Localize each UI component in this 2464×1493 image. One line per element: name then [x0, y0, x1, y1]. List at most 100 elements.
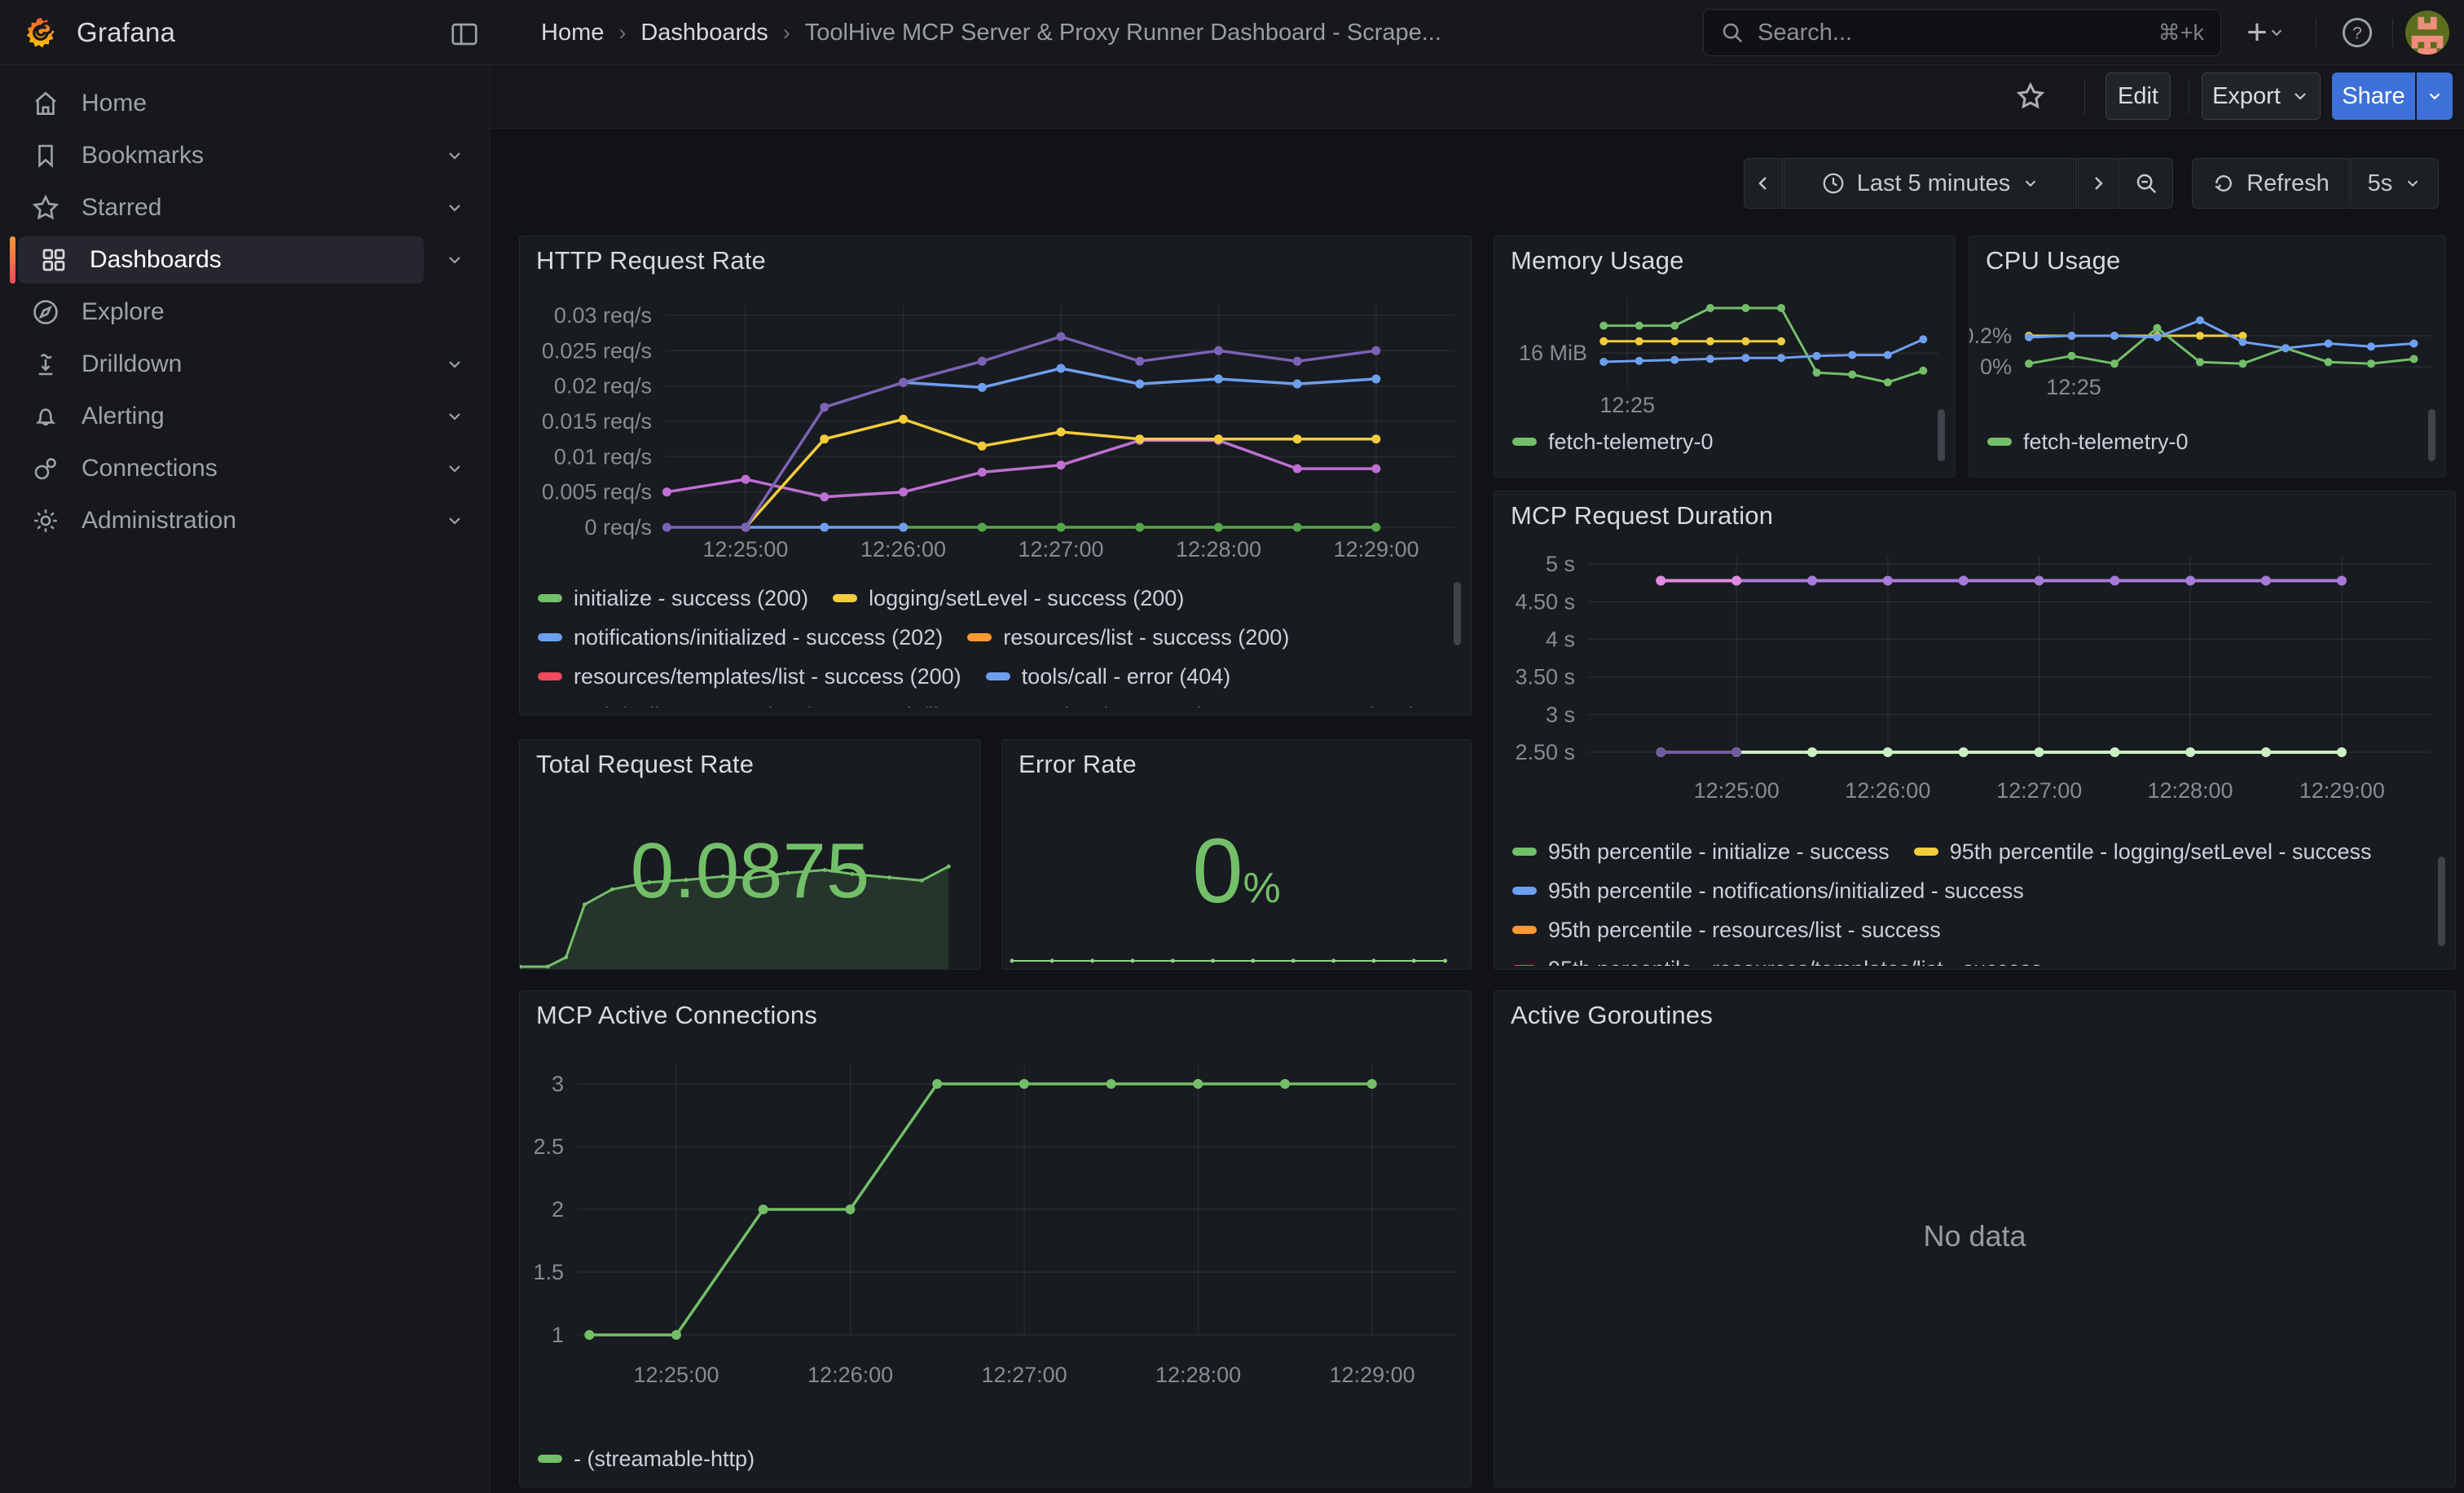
- brand-header: Grafana: [0, 0, 491, 65]
- panel-title[interactable]: CPU Usage: [1986, 246, 2120, 275]
- share-button[interactable]: Share: [2332, 73, 2415, 120]
- mcp-request-duration-chart[interactable]: 5 s4.50 s4 s3.50 s3 s2.50 s12:25:0012:26…: [1494, 540, 2457, 817]
- svg-text:3: 3: [552, 1072, 564, 1096]
- sidebar-toggle-icon[interactable]: [447, 16, 482, 52]
- svg-text:12:28:00: 12:28:00: [1155, 1363, 1241, 1387]
- panel-title[interactable]: Total Request Rate: [536, 750, 754, 779]
- chart-legend: - (streamable-http): [538, 1441, 1434, 1482]
- sidebar-item-dashboards[interactable]: Dashboards: [18, 236, 424, 284]
- panel-title[interactable]: Error Rate: [1019, 750, 1137, 779]
- time-shift-forward-button[interactable]: [2078, 158, 2119, 209]
- sidebar-item-home[interactable]: Home: [10, 80, 424, 127]
- legend-label: initialize - success (200): [574, 586, 808, 611]
- legend-scrollbar[interactable]: [2428, 409, 2435, 461]
- chevron-down-icon[interactable]: [438, 393, 471, 440]
- svg-text:12:25:00: 12:25:00: [702, 537, 788, 562]
- legend-item[interactable]: tools/list - success (200): [840, 703, 1112, 708]
- time-range-picker[interactable]: Last 5 minutes: [1784, 158, 2077, 209]
- legend-item[interactable]: 95th percentile - resources/list - succe…: [1512, 918, 1941, 943]
- legend-item[interactable]: unknown - success (200): [1137, 703, 1417, 708]
- legend-item[interactable]: resources/templates/list - success (200): [538, 664, 961, 689]
- breadcrumb-home[interactable]: Home: [541, 20, 604, 46]
- legend-label: 95th percentile - resources/templates/li…: [1548, 957, 2042, 967]
- chart-legend: fetch-telemetry-0: [1512, 425, 1920, 466]
- zoom-out-button[interactable]: [2119, 158, 2173, 209]
- compass-icon: [29, 296, 62, 328]
- legend-item[interactable]: tools/call - error (404): [986, 664, 1231, 689]
- legend-item[interactable]: 95th percentile - notifications/initiali…: [1512, 879, 2024, 904]
- user-avatar[interactable]: [2405, 11, 2449, 55]
- sidebar-item-starred[interactable]: Starred: [10, 184, 424, 231]
- legend-item[interactable]: initialize - success (200): [538, 586, 808, 611]
- edit-button[interactable]: Edit: [2105, 73, 2171, 120]
- search-input[interactable]: Search... ⌘+k: [1703, 9, 2221, 56]
- panel-title[interactable]: MCP Request Duration: [1511, 501, 1773, 531]
- error-rate-sparkline[interactable]: [1002, 948, 1472, 967]
- active-item-indicator: [10, 236, 15, 284]
- share-menu-button[interactable]: [2417, 73, 2453, 120]
- sidebar-item-label: Dashboards: [90, 246, 222, 274]
- legend-item[interactable]: fetch-telemetry-0: [1987, 429, 2189, 455]
- sidebar-item-label: Connections: [81, 455, 218, 482]
- breadcrumb-dashboards[interactable]: Dashboards: [640, 20, 768, 46]
- refresh-interval-picker[interactable]: 5s: [2351, 158, 2439, 209]
- breadcrumb-current[interactable]: ToolHive MCP Server & Proxy Runner Dashb…: [805, 20, 1441, 46]
- mcp-active-connections-chart[interactable]: 32.521.5112:25:0012:26:0012:27:0012:28:0…: [520, 1040, 1472, 1447]
- legend-item[interactable]: 95th percentile - initialize - success: [1512, 839, 1890, 865]
- svg-text:0.005 req/s: 0.005 req/s: [542, 480, 652, 504]
- chevron-down-icon[interactable]: [438, 341, 471, 388]
- sidebar-item-explore[interactable]: Explore: [10, 288, 424, 336]
- legend-item[interactable]: - (streamable-http): [538, 1447, 755, 1472]
- breadcrumb-separator: ›: [618, 20, 626, 46]
- panel-title[interactable]: MCP Active Connections: [536, 1001, 817, 1030]
- legend-item[interactable]: 95th percentile - logging/setLevel - suc…: [1914, 839, 2372, 865]
- cpu-usage-chart[interactable]: 0.2%0%12:25: [1969, 282, 2447, 445]
- grafana-logo-icon[interactable]: [23, 15, 59, 50]
- sidebar-item-alerting[interactable]: Alerting: [10, 393, 424, 440]
- sidebar-item-bookmarks[interactable]: Bookmarks: [10, 132, 424, 179]
- panel-total-request-rate: Total Request Rate 0.0875: [519, 739, 981, 970]
- time-shift-back-button[interactable]: [1744, 158, 1783, 209]
- plus-icon: +: [2246, 12, 2268, 53]
- toolbar-divider: [2084, 78, 2085, 114]
- legend-scrollbar[interactable]: [1938, 409, 1945, 461]
- panel-title[interactable]: Active Goroutines: [1511, 1001, 1713, 1030]
- chevron-down-icon[interactable]: [438, 445, 471, 492]
- legend-label: tools/call - error (404): [1022, 664, 1231, 689]
- legend-item[interactable]: tools/call - success (200): [538, 703, 816, 708]
- time-controls: Last 5 minutes Refresh 5s: [491, 129, 2464, 218]
- home-icon: [29, 87, 62, 120]
- legend-item[interactable]: resources/list - success (200): [967, 625, 1289, 650]
- refresh-interval-label: 5s: [2368, 170, 2393, 197]
- legend-item[interactable]: logging/setLevel - success (200): [833, 586, 1184, 611]
- panel-title[interactable]: HTTP Request Rate: [536, 246, 766, 275]
- legend-scrollbar[interactable]: [1454, 582, 1461, 645]
- chevron-down-icon[interactable]: [438, 184, 471, 231]
- svg-text:0.03 req/s: 0.03 req/s: [554, 303, 652, 328]
- add-button[interactable]: +: [2237, 11, 2295, 54]
- sidebar-item-drilldown[interactable]: Drilldown: [10, 341, 424, 388]
- sidebar-item-label: Drilldown: [81, 350, 182, 378]
- legend-label: resources/list - success (200): [1003, 625, 1289, 650]
- export-button[interactable]: Export: [2202, 73, 2321, 120]
- chevron-down-icon: [2268, 24, 2286, 42]
- chevron-down-icon[interactable]: [438, 236, 471, 284]
- memory-usage-chart[interactable]: 16 MiB12:25: [1494, 282, 1956, 445]
- legend-item[interactable]: fetch-telemetry-0: [1512, 429, 1714, 455]
- help-button[interactable]: ?: [2332, 11, 2383, 54]
- chevron-down-icon[interactable]: [438, 497, 471, 544]
- refresh-button[interactable]: Refresh: [2192, 158, 2350, 209]
- http-request-rate-chart[interactable]: 0 req/s0.005 req/s0.01 req/s0.015 req/s0…: [520, 288, 1472, 579]
- sidebar-item-connections[interactable]: Connections: [10, 445, 424, 492]
- chart-legend: initialize - success (200) logging/setLe…: [538, 579, 1442, 707]
- panel-title[interactable]: Memory Usage: [1511, 246, 1684, 275]
- legend-scrollbar[interactable]: [2438, 857, 2445, 946]
- legend-item[interactable]: 95th percentile - resources/templates/li…: [1512, 957, 2042, 967]
- legend-item[interactable]: notifications/initialized - success (202…: [538, 625, 943, 650]
- sidebar-item-administration[interactable]: Administration: [10, 497, 424, 544]
- favorite-star-icon[interactable]: [2014, 80, 2047, 112]
- svg-text:12:29:00: 12:29:00: [1333, 537, 1419, 562]
- search-icon: [1720, 20, 1745, 45]
- chevron-down-icon[interactable]: [438, 132, 471, 179]
- chevron-right-icon: [2088, 174, 2108, 193]
